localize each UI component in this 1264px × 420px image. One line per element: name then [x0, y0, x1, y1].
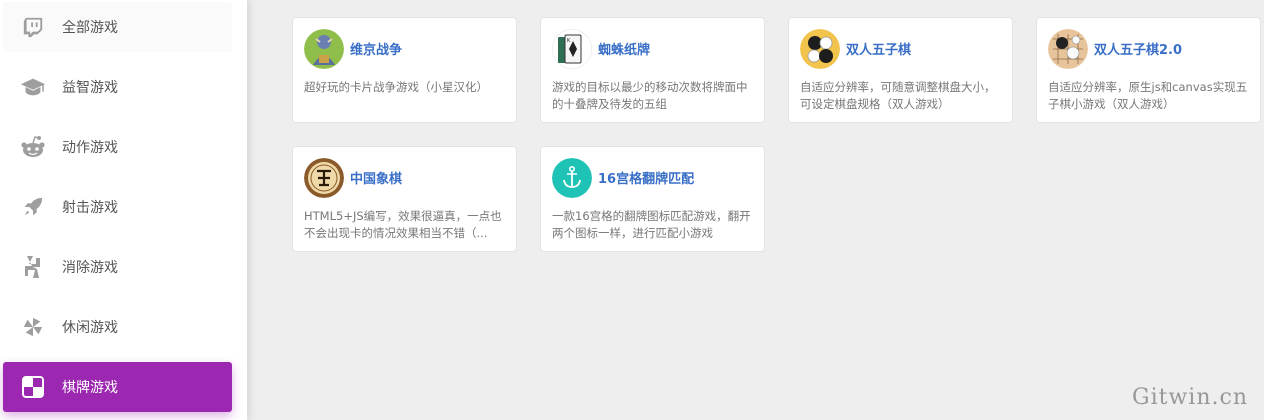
- sidebar-item-board-card[interactable]: 棋牌游戏: [3, 362, 232, 412]
- twitch-icon: [20, 14, 46, 40]
- anchor-icon: [552, 158, 592, 198]
- game-title[interactable]: 维京战争: [350, 39, 402, 58]
- game-description: 自适应分辨率，可随意调整棋盘大小，可设定棋盘规格（双人游戏）: [800, 80, 996, 111]
- sidebar-item-all-games[interactable]: 全部游戏: [3, 2, 232, 52]
- game-title[interactable]: 双人五子棋: [846, 39, 911, 58]
- sidebar-item-action[interactable]: 动作游戏: [3, 122, 232, 172]
- game-card[interactable]: 中国象棋 HTML5+JS编写，效果很逼真，一点也不会出现卡的情况效果相当不错（…: [292, 146, 517, 252]
- sidebar-item-label: 益智游戏: [62, 80, 118, 96]
- sidebar-item-puzzle[interactable]: 益智游戏: [3, 62, 232, 112]
- xiangqi-piece-icon: [304, 158, 344, 198]
- sidebar-item-label: 棋牌游戏: [62, 380, 118, 396]
- game-card[interactable]: 维京战争 超好玩的卡片战争游戏（小星汉化）: [292, 17, 517, 123]
- game-title[interactable]: 16宫格翻牌匹配: [598, 168, 694, 187]
- playing-card-icon: K: [552, 29, 592, 69]
- game-card[interactable]: 双人五子棋 自适应分辨率，可随意调整棋盘大小，可设定棋盘规格（双人游戏）: [788, 17, 1013, 123]
- game-description: 自适应分辨率，原生js和canvas实现五子棋小游戏（双人游戏）: [1048, 80, 1248, 111]
- game-description: 一款16宫格的翻牌图标匹配游戏，翻开两个图标一样，进行匹配小游戏: [552, 209, 751, 240]
- game-description: 超好玩的卡片战争游戏（小星汉化）: [304, 80, 488, 94]
- sidebar-item-casual[interactable]: 休闲游戏: [3, 302, 232, 352]
- game-card[interactable]: 双人五子棋2.0 自适应分辨率，原生js和canvas实现五子棋小游戏（双人游戏…: [1036, 17, 1261, 123]
- go-board-icon: [1048, 29, 1088, 69]
- sidebar-item-label: 射击游戏: [62, 200, 118, 216]
- sidebar-item-label: 休闲游戏: [62, 320, 118, 336]
- reddit-icon: [20, 134, 46, 160]
- game-card[interactable]: K 蜘蛛纸牌 游戏的目标以最少的移动次数将牌面中的十叠牌及待发的五组: [540, 17, 765, 123]
- game-description: HTML5+JS编写，效果很逼真，一点也不会出现卡的情况效果相当不错（...: [304, 209, 502, 240]
- sidebar: 全部游戏 益智游戏 动作游戏 射击游戏 消除游戏 休闲游戏 棋牌游戏: [0, 0, 247, 420]
- sidebar-item-shooting[interactable]: 射击游戏: [3, 182, 232, 232]
- game-title[interactable]: 蜘蛛纸牌: [598, 39, 650, 58]
- graduation-cap-icon: [20, 74, 46, 100]
- checker-icon: [20, 374, 46, 400]
- watermark: Gitwin.cn: [1132, 385, 1248, 410]
- pinwheel-icon: [20, 314, 46, 340]
- game-title[interactable]: 中国象棋: [350, 168, 402, 187]
- gomoku-icon: [800, 29, 840, 69]
- viking-warrior-icon: [304, 29, 344, 69]
- game-card[interactable]: 16宫格翻牌匹配 一款16宫格的翻牌图标匹配游戏，翻开两个图标一样，进行匹配小游…: [540, 146, 765, 252]
- sidebar-item-match[interactable]: 消除游戏: [3, 242, 232, 292]
- bolt-shape-icon: [20, 254, 46, 280]
- sidebar-item-label: 全部游戏: [62, 20, 118, 36]
- game-description: 游戏的目标以最少的移动次数将牌面中的十叠牌及待发的五组: [552, 80, 748, 111]
- sidebar-item-label: 消除游戏: [62, 260, 118, 276]
- sidebar-item-label: 动作游戏: [62, 140, 118, 156]
- rocket-icon: [20, 194, 46, 220]
- game-title[interactable]: 双人五子棋2.0: [1094, 39, 1182, 58]
